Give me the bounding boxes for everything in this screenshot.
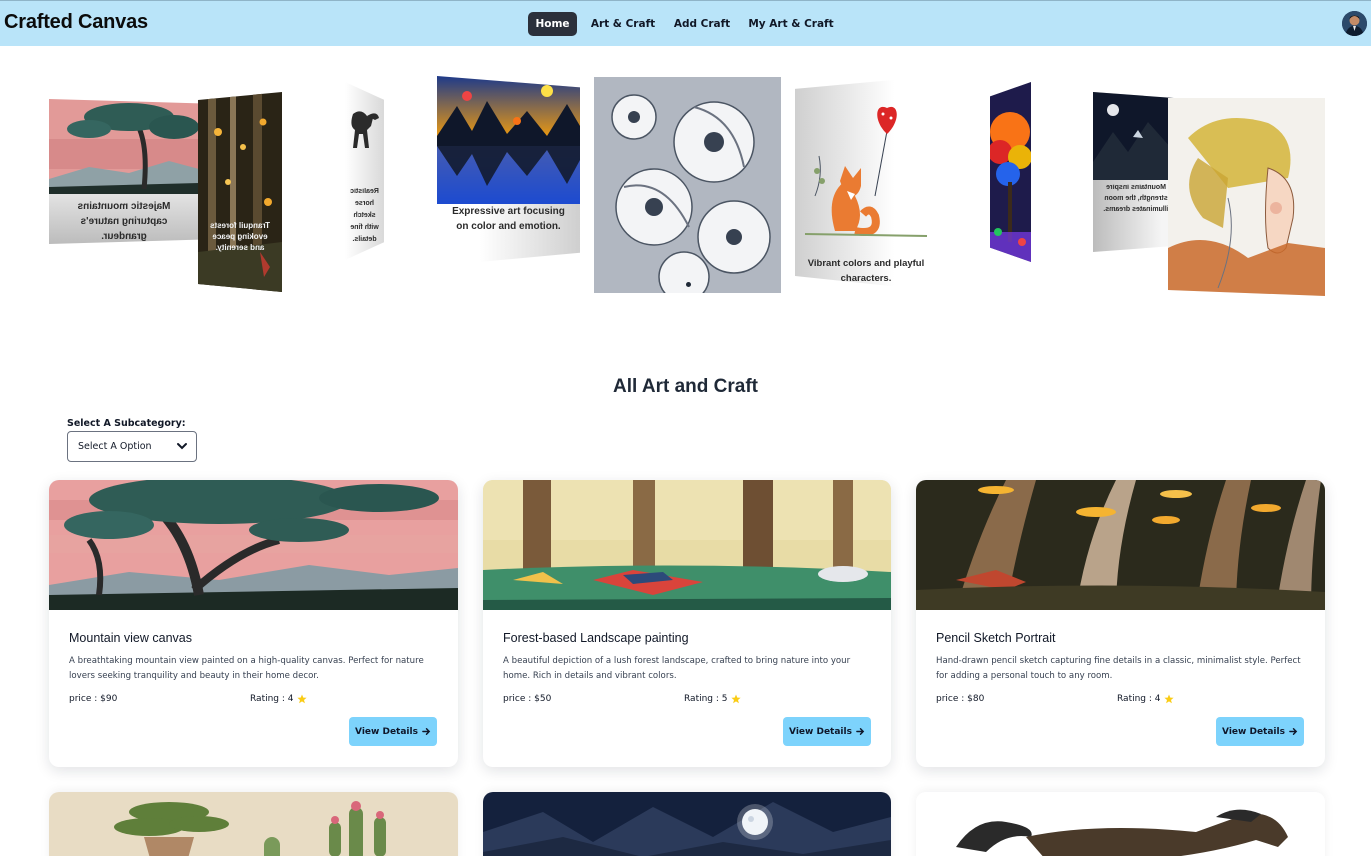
carousel-indicator-dot[interactable] <box>686 282 691 287</box>
card-rating: Rating : 5 <box>684 694 741 704</box>
slide-tree[interactable] <box>990 82 1031 262</box>
image-carousel[interactable]: Majestic mountains capturing nature's gr… <box>0 46 1371 346</box>
horse-artwork <box>351 111 379 148</box>
view-details-label: View Details <box>1222 726 1285 737</box>
subcategory-label: Select A Subcategory: <box>67 418 186 429</box>
arrow-right-icon <box>1289 728 1298 735</box>
slide-caption-expressive: Expressive art focusing on color and emo… <box>452 206 565 232</box>
slide-fox[interactable]: Vibrant colors and playful characters. <box>795 76 937 291</box>
slide-caption-horse: Realistic horse sketch with fine details… <box>350 188 379 243</box>
view-details-button[interactable]: View Details <box>783 717 871 746</box>
card-price: price : $90 <box>69 694 118 704</box>
card-title: Pencil Sketch Portrait <box>936 631 1056 645</box>
star-icon <box>730 694 741 704</box>
chevron-down-icon <box>177 443 187 450</box>
card-title: Mountain view canvas <box>69 631 192 645</box>
card-image-mountain <box>49 480 458 610</box>
card-rating-text: Rating : 4 <box>250 694 294 704</box>
craft-card: Mountain view canvas A breathtaking moun… <box>49 480 458 767</box>
craft-card-moon[interactable] <box>483 792 891 856</box>
expressive-artwork <box>437 76 580 204</box>
card-description: A breathtaking mountain view painted on … <box>69 656 424 681</box>
slide-caption-mountain: Majestic mountains capturing nature's gr… <box>77 201 171 242</box>
view-details-button[interactable]: View Details <box>1216 717 1304 746</box>
craft-card: Forest-based Landscape painting A beauti… <box>483 480 891 767</box>
craft-card-plants[interactable] <box>49 792 458 856</box>
portrait-artwork <box>1168 98 1325 296</box>
view-details-label: View Details <box>789 726 852 737</box>
card-title: Forest-based Landscape painting <box>503 631 689 645</box>
card-rating-text: Rating : 4 <box>1117 694 1161 704</box>
nav-add-craft[interactable]: Add Craft <box>670 12 734 36</box>
card-image-moon <box>483 792 891 856</box>
view-details-label: View Details <box>355 726 418 737</box>
card-image-forest-night <box>916 480 1325 610</box>
slide-forest[interactable]: Tranquil forests evoking peace and seren… <box>198 92 282 292</box>
slide-horse[interactable]: Realistic horse sketch with fine details… <box>345 82 384 260</box>
arrow-right-icon <box>422 728 431 735</box>
card-price: price : $50 <box>503 694 552 704</box>
section-title: All Art and Craft <box>613 376 758 397</box>
card-price: price : $80 <box>936 694 985 704</box>
nav-home[interactable]: Home <box>528 12 577 36</box>
navbar: Crafted Canvas Home Art & Craft Add Craf… <box>0 0 1371 46</box>
card-image-horse <box>916 792 1325 856</box>
card-rating-text: Rating : 5 <box>684 694 728 704</box>
subcategory-select-value: Select A Option <box>78 441 152 452</box>
slide-caption-moon: Mountains inspire strength, the moon ill… <box>1103 184 1169 213</box>
card-image-forest <box>483 480 891 610</box>
slide-caption-forest: Tranquil forests evoking peace and seren… <box>210 221 271 252</box>
slide-portrait[interactable] <box>1168 98 1325 296</box>
card-rating: Rating : 4 <box>250 694 307 704</box>
craft-card-horse[interactable] <box>916 792 1325 856</box>
craft-card: Pencil Sketch Portrait Hand-drawn pencil… <box>916 480 1325 767</box>
view-details-button[interactable]: View Details <box>349 717 437 746</box>
slide-flowers[interactable] <box>594 77 781 293</box>
fox-artwork <box>804 106 928 237</box>
forest-artwork <box>198 92 282 292</box>
star-icon <box>1163 694 1174 704</box>
card-description: A beautiful depiction of a lush forest l… <box>503 656 851 681</box>
slide-moon[interactable]: Mountains inspire strength, the moon ill… <box>1093 92 1179 252</box>
nav-art-craft[interactable]: Art & Craft <box>588 12 658 36</box>
flowers-artwork <box>594 77 781 293</box>
mountain-artwork <box>49 99 199 194</box>
brand-logo[interactable]: Crafted Canvas <box>4 11 148 34</box>
card-rating: Rating : 4 <box>1117 694 1174 704</box>
nav-my-art-craft[interactable]: My Art & Craft <box>746 12 836 36</box>
subcategory-select[interactable]: Select A Option <box>67 431 197 462</box>
user-avatar[interactable] <box>1342 11 1367 36</box>
card-description: Hand-drawn pencil sketch capturing fine … <box>936 656 1301 681</box>
arrow-right-icon <box>856 728 865 735</box>
slide-expressive[interactable]: Expressive art focusing on color and emo… <box>437 76 580 266</box>
slide-mountain[interactable]: Majestic mountains capturing nature's gr… <box>49 99 199 244</box>
slide-caption-fox: Vibrant colors and playful characters. <box>807 258 925 284</box>
tree-artwork <box>990 82 1031 262</box>
card-image-plants <box>49 792 458 856</box>
star-icon <box>296 694 307 704</box>
moon-artwork <box>1093 92 1179 180</box>
